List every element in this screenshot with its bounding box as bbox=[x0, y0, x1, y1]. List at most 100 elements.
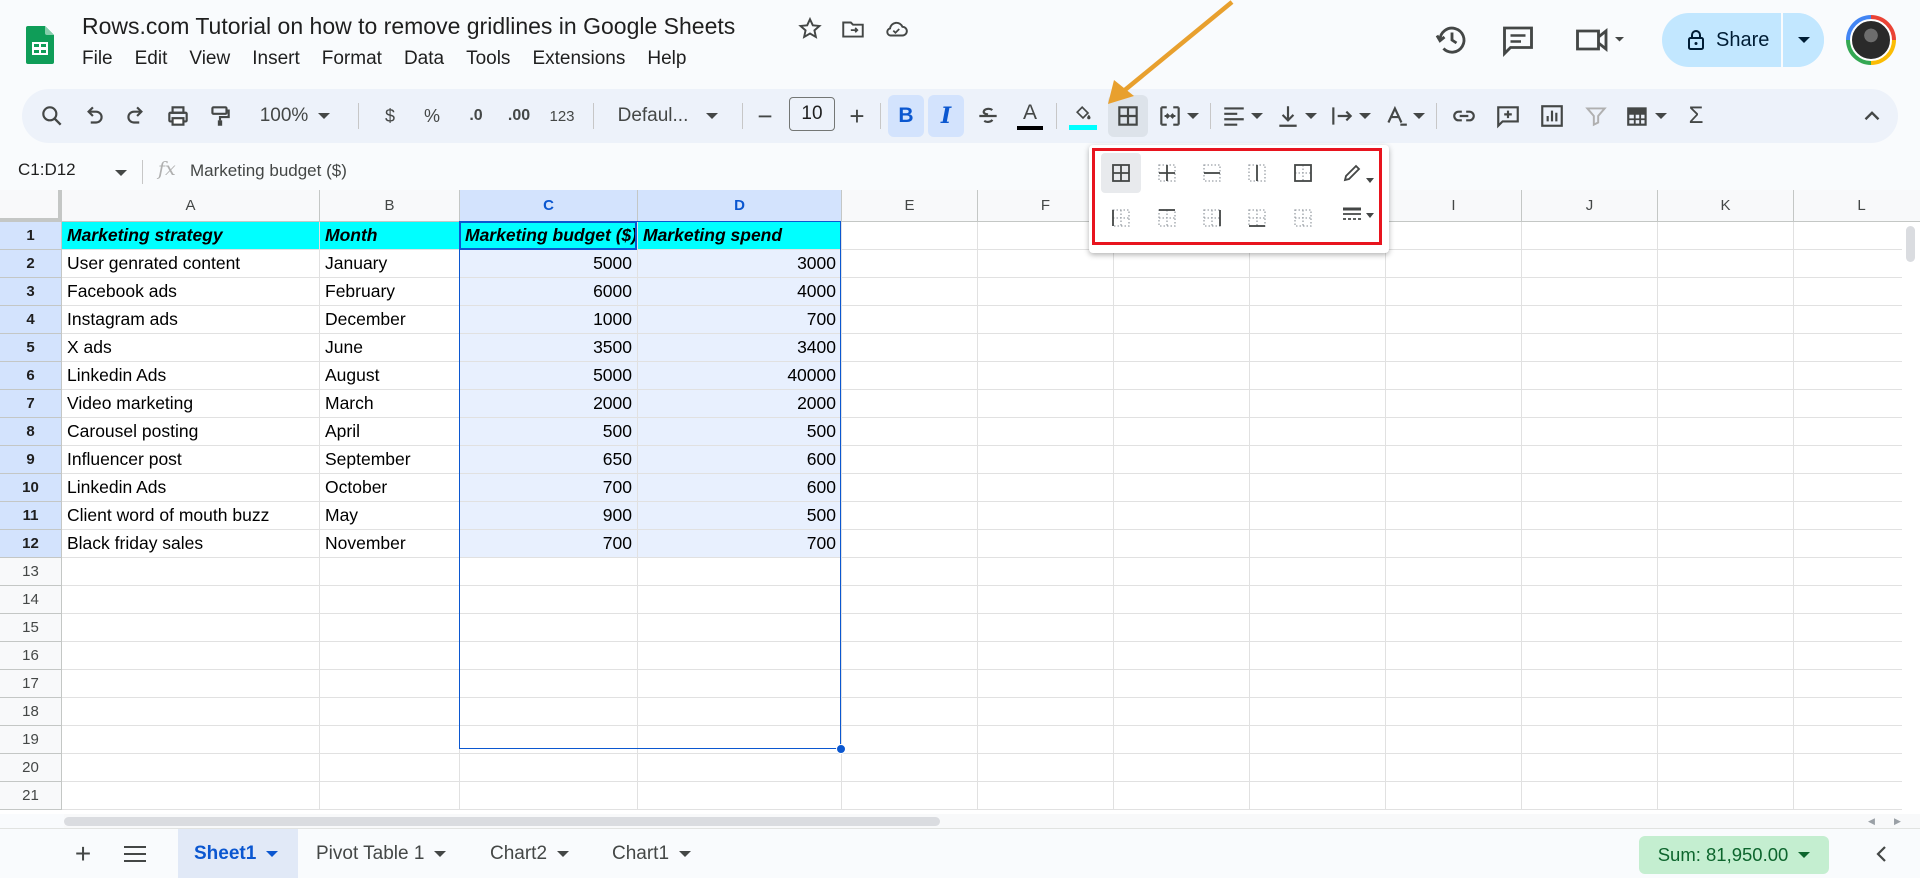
cell-a4[interactable]: Instagram ads bbox=[62, 306, 320, 334]
text-color-button[interactable]: A bbox=[1012, 95, 1048, 137]
cell-c6[interactable]: 5000 bbox=[460, 362, 638, 390]
cell-c17[interactable] bbox=[460, 670, 638, 698]
cell-c1[interactable]: Marketing budget ($) bbox=[460, 222, 638, 250]
row-header-18[interactable]: 18 bbox=[0, 698, 62, 726]
column-header-k[interactable]: K bbox=[1658, 190, 1794, 222]
cell-j5[interactable] bbox=[1522, 334, 1658, 362]
cell-h7[interactable] bbox=[1250, 390, 1386, 418]
cell-k10[interactable] bbox=[1658, 474, 1794, 502]
cell-d11[interactable]: 500 bbox=[638, 502, 842, 530]
cell-h5[interactable] bbox=[1250, 334, 1386, 362]
cell-h20[interactable] bbox=[1250, 754, 1386, 782]
cell-i7[interactable] bbox=[1386, 390, 1522, 418]
cell-k20[interactable] bbox=[1658, 754, 1794, 782]
cell-a18[interactable] bbox=[62, 698, 320, 726]
cell-j9[interactable] bbox=[1522, 446, 1658, 474]
row-header-13[interactable]: 13 bbox=[0, 558, 62, 586]
cell-g20[interactable] bbox=[1114, 754, 1250, 782]
decrease-font-size-button[interactable]: − bbox=[748, 95, 782, 137]
cell-a14[interactable] bbox=[62, 586, 320, 614]
cell-e5[interactable] bbox=[842, 334, 978, 362]
clear-borders-option[interactable] bbox=[1283, 198, 1323, 238]
meet-video-icon[interactable] bbox=[1572, 22, 1628, 58]
menu-file[interactable]: File bbox=[82, 48, 113, 74]
cell-a2[interactable]: User genrated content bbox=[62, 250, 320, 278]
cell-a16[interactable] bbox=[62, 642, 320, 670]
cell-f14[interactable] bbox=[978, 586, 1114, 614]
horizontal-borders-option[interactable] bbox=[1192, 153, 1232, 193]
cell-b17[interactable] bbox=[320, 670, 460, 698]
cell-g8[interactable] bbox=[1114, 418, 1250, 446]
cell-d10[interactable]: 600 bbox=[638, 474, 842, 502]
cell-j15[interactable] bbox=[1522, 614, 1658, 642]
cell-j6[interactable] bbox=[1522, 362, 1658, 390]
move-folder-icon[interactable] bbox=[840, 16, 866, 42]
cell-g18[interactable] bbox=[1114, 698, 1250, 726]
cell-e3[interactable] bbox=[842, 278, 978, 306]
decrease-decimal-button[interactable]: .0 bbox=[456, 95, 496, 137]
cell-d5[interactable]: 3400 bbox=[638, 334, 842, 362]
cell-k4[interactable] bbox=[1658, 306, 1794, 334]
cell-b14[interactable] bbox=[320, 586, 460, 614]
row-header-20[interactable]: 20 bbox=[0, 754, 62, 782]
bold-button[interactable]: B bbox=[888, 95, 924, 137]
cell-d21[interactable] bbox=[638, 782, 842, 810]
cell-c15[interactable] bbox=[460, 614, 638, 642]
menu-format[interactable]: Format bbox=[322, 48, 382, 74]
cell-a7[interactable]: Video marketing bbox=[62, 390, 320, 418]
cell-f6[interactable] bbox=[978, 362, 1114, 390]
column-header-a[interactable]: A bbox=[62, 190, 320, 222]
cell-a8[interactable]: Carousel posting bbox=[62, 418, 320, 446]
row-header-8[interactable]: 8 bbox=[0, 418, 62, 446]
cell-a21[interactable] bbox=[62, 782, 320, 810]
cell-k19[interactable] bbox=[1658, 726, 1794, 754]
cell-e6[interactable] bbox=[842, 362, 978, 390]
border-style-option[interactable] bbox=[1333, 195, 1381, 235]
cell-e19[interactable] bbox=[842, 726, 978, 754]
right-border-option[interactable] bbox=[1192, 198, 1232, 238]
cell-b4[interactable]: December bbox=[320, 306, 460, 334]
cell-c20[interactable] bbox=[460, 754, 638, 782]
cell-i19[interactable] bbox=[1386, 726, 1522, 754]
cell-i10[interactable] bbox=[1386, 474, 1522, 502]
horizontal-align-button[interactable] bbox=[1218, 95, 1266, 137]
star-icon[interactable] bbox=[797, 16, 823, 42]
italic-button[interactable]: I bbox=[928, 95, 964, 137]
cell-b6[interactable]: August bbox=[320, 362, 460, 390]
outer-borders-option[interactable] bbox=[1283, 153, 1323, 193]
cell-j2[interactable] bbox=[1522, 250, 1658, 278]
cell-e8[interactable] bbox=[842, 418, 978, 446]
cell-j16[interactable] bbox=[1522, 642, 1658, 670]
sheet-tab-pivot-table-1[interactable]: Pivot Table 1 bbox=[300, 829, 462, 878]
cell-h3[interactable] bbox=[1250, 278, 1386, 306]
cell-j13[interactable] bbox=[1522, 558, 1658, 586]
cell-k2[interactable] bbox=[1658, 250, 1794, 278]
cell-c10[interactable]: 700 bbox=[460, 474, 638, 502]
cell-c2[interactable]: 5000 bbox=[460, 250, 638, 278]
cell-b3[interactable]: February bbox=[320, 278, 460, 306]
all-borders-option[interactable] bbox=[1101, 153, 1141, 193]
column-header-l[interactable]: L bbox=[1794, 190, 1920, 222]
sum-summary-button[interactable]: Sum: 81,950.00 bbox=[1639, 836, 1829, 874]
cell-g10[interactable] bbox=[1114, 474, 1250, 502]
cell-h9[interactable] bbox=[1250, 446, 1386, 474]
row-header-10[interactable]: 10 bbox=[0, 474, 62, 502]
cell-g12[interactable] bbox=[1114, 530, 1250, 558]
cell-g2[interactable] bbox=[1114, 250, 1250, 278]
cell-f11[interactable] bbox=[978, 502, 1114, 530]
sheet-tab-chart1[interactable]: Chart1 bbox=[596, 829, 707, 878]
cell-b18[interactable] bbox=[320, 698, 460, 726]
cell-i4[interactable] bbox=[1386, 306, 1522, 334]
row-header-11[interactable]: 11 bbox=[0, 502, 62, 530]
select-all-corner[interactable] bbox=[0, 190, 62, 222]
cell-a9[interactable]: Influencer post bbox=[62, 446, 320, 474]
menu-edit[interactable]: Edit bbox=[135, 48, 168, 74]
cell-k7[interactable] bbox=[1658, 390, 1794, 418]
cell-b5[interactable]: June bbox=[320, 334, 460, 362]
cell-k6[interactable] bbox=[1658, 362, 1794, 390]
row-header-2[interactable]: 2 bbox=[0, 250, 62, 278]
insert-comment-icon[interactable] bbox=[1490, 95, 1526, 137]
cell-a11[interactable]: Client word of mouth buzz bbox=[62, 502, 320, 530]
cell-g7[interactable] bbox=[1114, 390, 1250, 418]
cell-d9[interactable]: 600 bbox=[638, 446, 842, 474]
